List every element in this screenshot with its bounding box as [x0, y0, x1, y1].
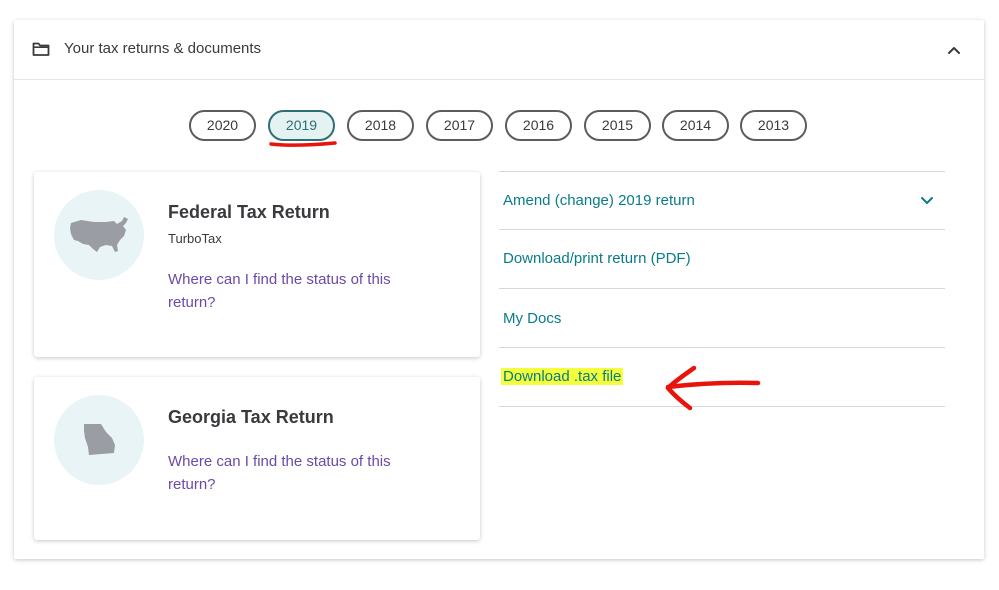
- return-status-link[interactable]: Where can I find the status of this retu…: [168, 268, 428, 314]
- panel-header[interactable]: Your tax returns & documents: [14, 20, 984, 80]
- card-title: Federal Tax Return: [168, 202, 330, 222]
- year-pill-2015[interactable]: 2015: [584, 110, 651, 141]
- year-pill-2014[interactable]: 2014: [662, 110, 729, 141]
- year-pill-2020[interactable]: 2020: [189, 110, 256, 141]
- download-tax-file-link[interactable]: Download .tax file: [501, 368, 624, 385]
- red-arrow-annotation: [665, 365, 761, 411]
- download-pdf-row[interactable]: Download/print return (PDF): [499, 229, 945, 288]
- year-pill-2013[interactable]: 2013: [740, 110, 807, 141]
- card-subtitle: TurboTax: [168, 231, 222, 246]
- amend-return-row[interactable]: Amend (change) 2019 return: [499, 171, 945, 229]
- tax-returns-panel: Your tax returns & documents 2020 2019 2…: [14, 20, 984, 559]
- chevron-up-icon[interactable]: [944, 42, 964, 58]
- usa-map-icon: [54, 190, 144, 280]
- download-pdf-link[interactable]: Download/print return (PDF): [503, 250, 691, 267]
- my-docs-link[interactable]: My Docs: [503, 310, 561, 327]
- georgia-return-card: Georgia Tax Return Where can I find the …: [34, 377, 480, 540]
- return-status-link[interactable]: Where can I find the status of this retu…: [168, 450, 428, 496]
- folder-icon: [32, 42, 50, 56]
- red-underline-annotation: [269, 141, 337, 147]
- card-title: Georgia Tax Return: [168, 407, 334, 427]
- panel-title: Your tax returns & documents: [64, 40, 262, 57]
- year-pill-2018[interactable]: 2018: [347, 110, 414, 141]
- federal-return-card: Federal Tax Return TurboTax Where can I …: [34, 172, 480, 357]
- my-docs-row[interactable]: My Docs: [499, 288, 945, 347]
- year-pill-2017[interactable]: 2017: [426, 110, 493, 141]
- chevron-down-icon[interactable]: [919, 195, 935, 207]
- amend-return-link[interactable]: Amend (change) 2019 return: [503, 192, 695, 209]
- georgia-map-icon: [54, 395, 144, 485]
- year-pill-2016[interactable]: 2016: [505, 110, 572, 141]
